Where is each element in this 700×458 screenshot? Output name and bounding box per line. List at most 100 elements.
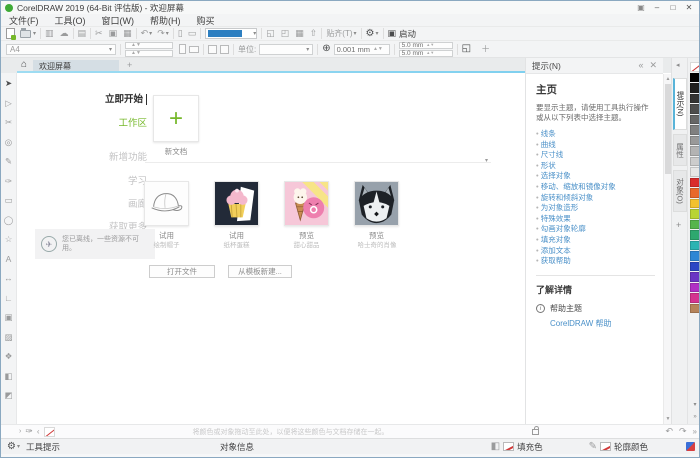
crop-tool-icon[interactable]: ✂	[5, 118, 12, 127]
eyedropper-tool-icon[interactable]: ❖	[5, 352, 13, 361]
new-document-card[interactable]: +	[153, 95, 199, 142]
docpal-redo-icon[interactable]: ↷	[679, 427, 687, 436]
pick-tool-icon[interactable]: ➤	[5, 79, 12, 88]
color-swatch[interactable]	[690, 125, 700, 135]
all-pages-button[interactable]	[208, 45, 217, 54]
paste-icon[interactable]: ▦	[123, 29, 132, 38]
color-swatch[interactable]	[690, 167, 700, 177]
launch-label[interactable]: 启动	[399, 28, 416, 40]
connector-tool-icon[interactable]: ∟	[4, 294, 12, 303]
add-docker-icon[interactable]: +	[676, 220, 681, 230]
status-gear-icon[interactable]: ⚙	[7, 442, 16, 452]
export-icon[interactable]: ⇧	[310, 29, 318, 38]
fullscreen-preview-icon[interactable]: ◱	[266, 29, 275, 38]
sample-cupcake-thumbnail[interactable]	[214, 181, 259, 226]
color-swatch[interactable]	[690, 293, 700, 303]
docker-tab-objects[interactable]: 对象(O)	[673, 170, 687, 212]
color-swatch[interactable]	[690, 283, 700, 293]
snap-dropdown-icon[interactable]: ▾	[354, 30, 357, 37]
color-swatch[interactable]	[690, 262, 700, 272]
menu-buy[interactable]: 购买	[189, 14, 223, 27]
redo-icon[interactable]: ↷	[157, 29, 165, 38]
color-swatch[interactable]	[690, 209, 700, 219]
open-dropdown-icon[interactable]: ▾	[33, 30, 36, 37]
minimize-button[interactable]: –	[649, 3, 665, 12]
menu-window[interactable]: 窗口(W)	[94, 14, 143, 27]
color-swatch[interactable]	[690, 115, 700, 125]
hint-link[interactable]: 尺寸线	[536, 150, 655, 161]
new-document-icon[interactable]	[6, 28, 15, 39]
docker-tab-hints[interactable]: 提示(N)	[673, 78, 687, 130]
no-color-swatch[interactable]	[690, 62, 700, 72]
cloud-save-icon[interactable]: ☁	[60, 29, 69, 38]
color-swatch[interactable]	[690, 220, 700, 230]
collapse-dockers-icon[interactable]: ◂	[676, 61, 680, 69]
options-gear-icon[interactable]: ⚙	[366, 29, 375, 39]
hint-link[interactable]: 勾画对象轮廓	[536, 224, 655, 235]
cut-icon[interactable]: ✂	[95, 29, 103, 38]
hint-link[interactable]: 形状	[536, 161, 655, 172]
home-icon[interactable]: ⌂	[21, 60, 27, 70]
color-swatch[interactable]	[690, 241, 700, 251]
outline-color-swatch[interactable]	[600, 442, 611, 451]
dimension-tool-icon[interactable]: ↔	[4, 274, 13, 283]
color-swatch[interactable]	[690, 251, 700, 261]
docpal-left-arrow-icon[interactable]: ‹	[37, 428, 40, 436]
text-tool-icon[interactable]: A	[6, 255, 12, 264]
hints-scrollbar[interactable]: ▲ ▼	[663, 74, 671, 424]
undo-icon[interactable]: ↶	[141, 29, 149, 38]
new-from-template-button[interactable]: 从模板新建...	[228, 265, 292, 278]
color-swatch[interactable]	[690, 94, 700, 104]
menu-help[interactable]: 帮助(H)	[142, 14, 189, 27]
nav-workspace[interactable]: 工作区	[118, 115, 147, 129]
docpal-eyedropper-icon[interactable]: ✑	[25, 427, 33, 436]
transparency-tool-icon[interactable]: ▨	[4, 333, 12, 342]
pin-window-icon[interactable]: ▣	[633, 3, 649, 12]
open-file-button[interactable]: 打开文件	[149, 265, 215, 278]
color-swatch[interactable]	[690, 83, 700, 93]
zoom-level-dropdown[interactable]: ▾	[205, 28, 257, 39]
add-toolbar-item-icon[interactable]: ＋	[481, 45, 490, 54]
units-select[interactable]: ▾	[259, 44, 313, 55]
docker-tab-properties[interactable]: 属性	[673, 134, 687, 166]
landscape-button[interactable]	[189, 46, 199, 53]
new-tab-icon[interactable]: +	[127, 61, 132, 70]
coreldraw-help-link[interactable]: CorelDRAW 帮助	[550, 318, 655, 329]
color-swatch[interactable]	[690, 272, 700, 282]
nav-whats-new[interactable]: 新增功能	[109, 149, 147, 163]
hint-link[interactable]: 移动、缩放和镜像对象	[536, 182, 655, 193]
menu-tools[interactable]: 工具(O)	[47, 14, 94, 27]
menu-file[interactable]: 文件(F)	[1, 14, 47, 27]
shadow-tool-icon[interactable]: ▣	[4, 313, 12, 322]
hint-link[interactable]: 填充对象	[536, 235, 655, 246]
show-grid-icon[interactable]: ▦	[295, 29, 304, 38]
redo-dropdown-icon[interactable]: ▾	[166, 30, 169, 37]
page-dimensions-control[interactable]: ▲▼ ▲▼	[125, 42, 173, 57]
hint-link[interactable]: 旋转和倾斜对象	[536, 193, 655, 204]
hint-link[interactable]: 为对象造形	[536, 203, 655, 214]
palette-scroll-icon[interactable]: ▾	[688, 401, 700, 408]
color-swatch[interactable]	[690, 136, 700, 146]
interactive-fill-tool-icon[interactable]: ◧	[4, 372, 12, 381]
expand-samples-icon[interactable]: ▾	[485, 157, 488, 164]
options-dropdown-icon[interactable]: ▾	[376, 30, 379, 37]
zoom-tool-icon[interactable]: ◎	[5, 138, 12, 147]
nav-get-started[interactable]: 立即开始	[105, 91, 147, 105]
palette-flyout-icon[interactable]: »	[688, 414, 700, 420]
maximize-button[interactable]: □	[665, 3, 681, 12]
duplicate-distance-control[interactable]: 5.0 mm▲▼ 5.0 mm▲▼	[399, 42, 453, 57]
smart-fill-tool-icon[interactable]: ◩	[4, 391, 12, 400]
color-swatch[interactable]	[690, 104, 700, 114]
shape-tool-icon[interactable]: ▷	[5, 99, 12, 108]
open-document-icon[interactable]	[20, 30, 31, 38]
docpal-more-icon[interactable]: »	[693, 428, 697, 436]
hint-link[interactable]: 获取帮助	[536, 256, 655, 267]
color-swatch[interactable]	[690, 188, 700, 198]
nudge-input[interactable]: 0.001 mm ▲▼	[334, 44, 390, 55]
undo-dropdown-icon[interactable]: ▾	[149, 30, 152, 37]
import-icon[interactable]: ▯	[178, 29, 183, 38]
lock-icon[interactable]	[532, 429, 539, 435]
docpal-expand-icon[interactable]: ›	[19, 428, 21, 435]
hint-link[interactable]: 特殊效果	[536, 214, 655, 225]
docpal-undo-icon[interactable]: ↶	[665, 427, 673, 436]
